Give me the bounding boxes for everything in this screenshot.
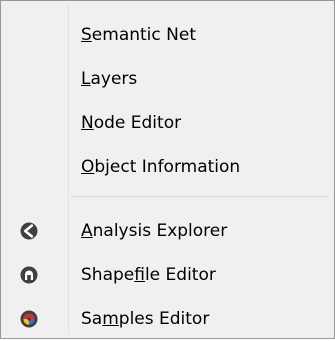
menu-item-label: Samples Editor (81, 309, 210, 329)
menu-item-label: Analysis Explorer (81, 221, 228, 241)
menu-separator (71, 196, 329, 197)
menu-item-object-information[interactable]: Object Information (4, 145, 331, 189)
menu-item-semantic-net[interactable]: Semantic Net (4, 13, 331, 57)
menu-item-node-editor[interactable]: Node Editor (4, 101, 331, 145)
shapefile-editor-icon (20, 266, 38, 284)
menu-item-analysis-explorer[interactable]: Analysis Explorer (4, 209, 331, 253)
samples-editor-icon (20, 310, 38, 328)
menu-item-layers[interactable]: Layers (4, 57, 331, 101)
analysis-explorer-icon (20, 222, 38, 240)
menu-item-label: Semantic Net (81, 25, 196, 45)
menu-item-label: Shapefile Editor (81, 265, 216, 285)
menu-item-label: Object Information (81, 157, 241, 177)
menu-item-shapefile-editor[interactable]: Shapefile Editor (4, 253, 331, 297)
context-menu: Semantic Net Layers Node Editor Object I… (0, 0, 335, 339)
menu-item-label: Node Editor (81, 113, 182, 133)
menu-item-samples-editor[interactable]: Samples Editor (4, 297, 331, 341)
menu-item-label: Layers (81, 69, 138, 89)
